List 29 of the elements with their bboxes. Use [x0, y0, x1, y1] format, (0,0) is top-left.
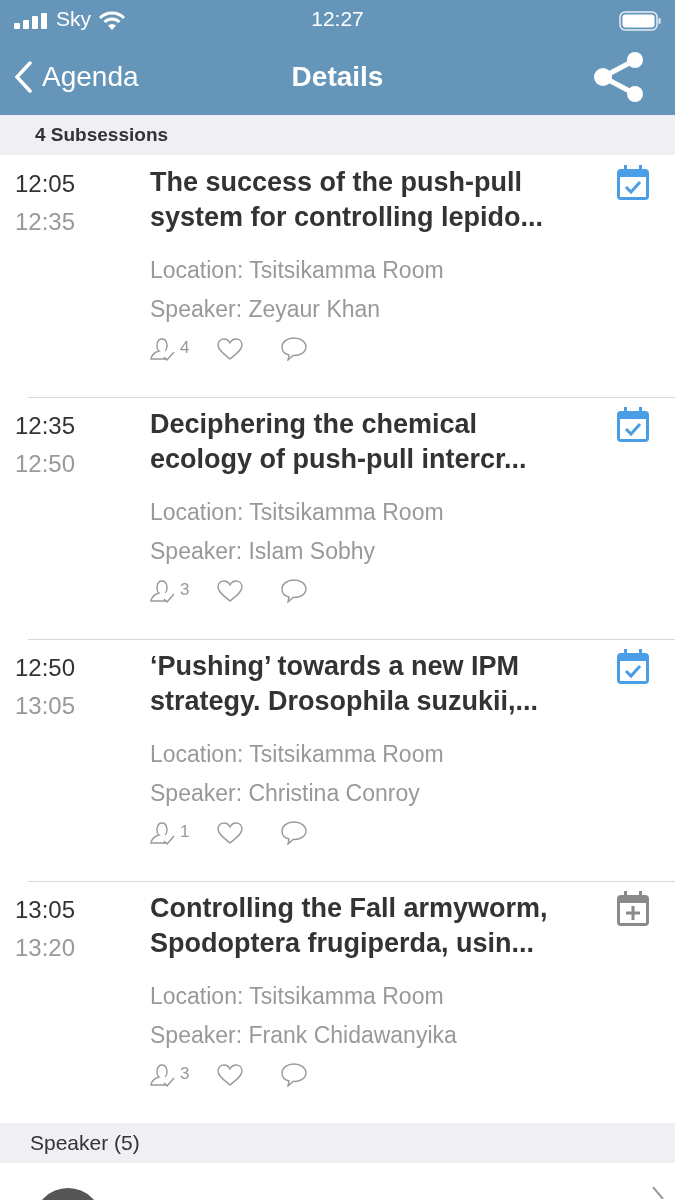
session-title[interactable]: ‘Pushing’ towards a new IPM strategy. Drosophila suzukii,... [150, 649, 575, 719]
location-text: Location: Tsitsikamma Room [150, 740, 445, 769]
end-time: 12:35 [15, 207, 77, 237]
section-header: 4 Subsessions [35, 122, 169, 147]
start-time: 12:35 [15, 411, 77, 441]
end-time: 13:05 [15, 691, 77, 721]
start-time: 13:05 [15, 895, 77, 925]
page-title: Details [291, 59, 384, 94]
clock: 12:27 [311, 6, 364, 33]
speaker-text: Speaker: Islam Sobhy [150, 537, 376, 566]
attendee-count: 1 [180, 821, 190, 843]
start-time: 12:50 [15, 653, 77, 683]
speaker-text: Speaker: Zeyaur Khan [150, 295, 382, 324]
end-time: 12:50 [15, 449, 77, 479]
carrier-name: Sky [56, 6, 91, 33]
session-title[interactable]: The success of the push-pull system for controlling lepido... [150, 165, 575, 235]
session-title[interactable]: Controlling the Fall armyworm, Spodoptera frugiperda, usin... [150, 891, 575, 961]
start-time: 12:05 [15, 169, 77, 199]
attendee-count: 4 [180, 337, 190, 359]
speaker-text: Speaker: Christina Conroy [150, 779, 421, 808]
location-text: Location: Tsitsikamma Room [150, 256, 445, 285]
speaker-text: Speaker: Frank Chidawanyika [150, 1021, 458, 1050]
attendee-count: 3 [180, 579, 190, 601]
location-text: Location: Tsitsikamma Room [150, 498, 445, 527]
location-text: Location: Tsitsikamma Room [150, 982, 445, 1011]
end-time: 13:20 [15, 933, 77, 963]
attendee-count: 3 [180, 1063, 190, 1085]
session-title[interactable]: Deciphering the chemical ecology of push-pull intercr... [150, 407, 575, 477]
section-header: Speaker (5) [30, 1130, 140, 1157]
